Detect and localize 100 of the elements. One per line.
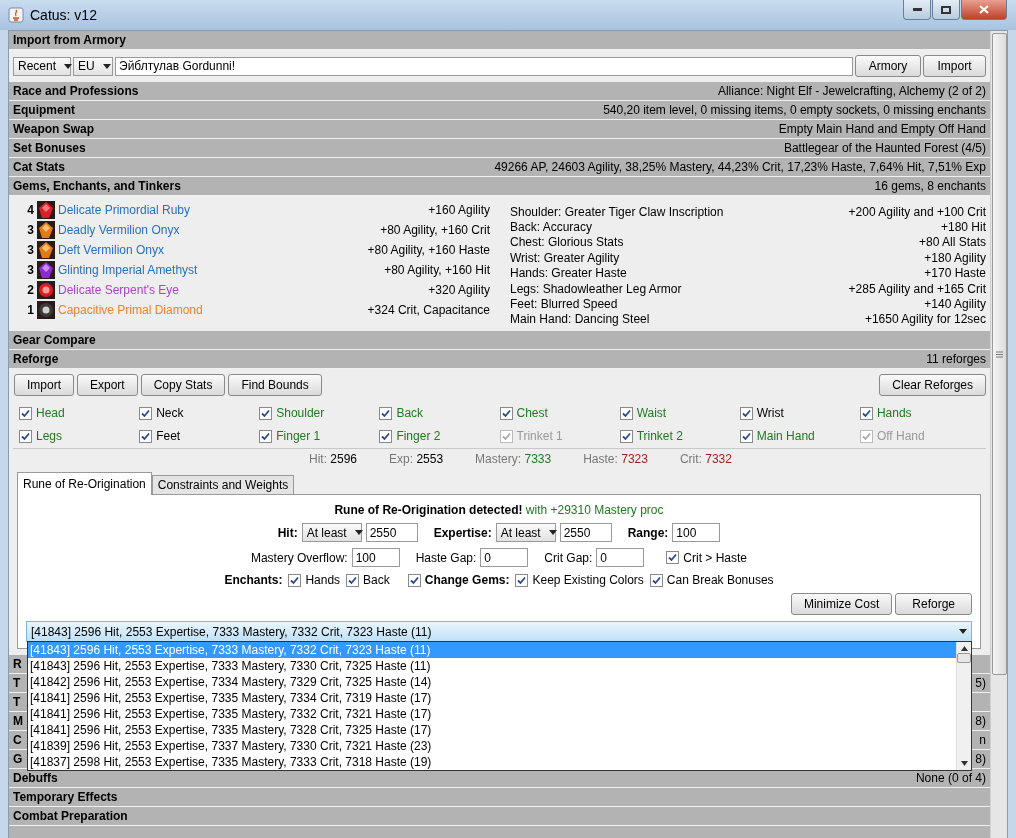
- stat-value: Haste: 7323: [583, 452, 648, 466]
- enchant-bonus: +180 Agility: [924, 250, 986, 265]
- gem-name[interactable]: Deft Vermilion Onyx: [58, 243, 365, 257]
- result-dropdown[interactable]: [41843] 2596 Hit, 2553 Expertise, 7333 Mastery, 7332 Crit, 7323 Haste (11): [26, 621, 972, 642]
- gem-stats: +80 Agility, +160 Crit: [380, 223, 490, 237]
- gem-count: 1: [26, 303, 34, 317]
- stat-value: Hit: 2596: [309, 452, 358, 466]
- section-header[interactable]: Gems, Enchants, and Tinkers 16 gems, 8 enchants: [9, 177, 990, 196]
- expertise-mode-dropdown[interactable]: At least: [495, 523, 556, 542]
- section-header[interactable]: Equipment 540,20 item level, 0 missing items, 0 empty sockets, 0 missing enchants: [9, 101, 990, 120]
- checkbox-label: Trinket 2: [636, 429, 683, 443]
- dropdown-option[interactable]: [41841] 2596 Hit, 2553 Expertise, 7335 Mastery, 7328 Crit, 7325 Haste (17): [28, 722, 956, 738]
- section-title: Gear Compare: [13, 333, 96, 347]
- enchant-name: Feet: Blurred Speed: [510, 296, 618, 311]
- checkbox-label: Keep Existing Colors: [532, 573, 644, 587]
- section-header[interactable]: Cat Stats 49266 AP, 24603 Agility, 38,25% Mastery, 44,23% Crit, 17,23% Haste, 7,64% Hit, 7,51% Exp: [9, 158, 990, 177]
- hit-field[interactable]: 2550: [365, 523, 418, 542]
- section-title: Set Bonuses: [13, 141, 86, 155]
- hit-mode-dropdown[interactable]: At least: [301, 523, 362, 542]
- number-field[interactable]: 0: [480, 548, 529, 567]
- gem-stats: +160 Agility: [428, 203, 490, 217]
- stat-value: Exp: 2553: [389, 452, 444, 466]
- dropdown-option[interactable]: [41841] 2596 Hit, 2553 Expertise, 7335 Mastery, 7332 Crit, 7321 Haste (17): [28, 706, 956, 722]
- gem-name[interactable]: Delicate Primordial Ruby: [58, 203, 426, 217]
- section-title: G: [13, 752, 23, 766]
- character-field[interactable]: Эйблтулав Gordunni!: [115, 56, 853, 76]
- section-title: Race and Professions: [13, 84, 139, 98]
- tab[interactable]: Constraints and Weights: [151, 475, 295, 494]
- stat-value: Crit: 7332: [679, 452, 732, 466]
- gem-name[interactable]: Glinting Imperial Amethyst: [58, 263, 382, 277]
- gem-name[interactable]: Deadly Vermilion Onyx: [58, 223, 378, 237]
- section-header[interactable]: Reforge 11 reforges: [9, 350, 990, 369]
- checkbox-label: Shoulder: [276, 406, 325, 420]
- range-field[interactable]: 100: [672, 523, 721, 542]
- section-summary: 11 reforges: [926, 352, 986, 366]
- section-summary: Alliance: Night Elf - Jewelcrafting, Alchemy (2 of 2): [717, 84, 986, 98]
- section-header[interactable]: Debuffs None (0 of 4): [9, 769, 990, 788]
- gem-name[interactable]: Delicate Serpent's Eye: [58, 283, 426, 297]
- section-title: C: [13, 733, 22, 747]
- gem-count: 4: [26, 203, 34, 217]
- enchant-bonus: +140 Agility: [924, 296, 986, 311]
- gem-count: 3: [26, 223, 34, 237]
- section-header[interactable]: Gear Compare: [9, 331, 990, 350]
- dropdown-option[interactable]: [41837] 2598 Hit, 2553 Expertise, 7335 Mastery, 7333 Crit, 7318 Haste (19): [28, 754, 956, 770]
- enchant-bonus: +1650 Agility for 12sec: [864, 312, 986, 327]
- number-field[interactable]: 100: [351, 548, 400, 567]
- section-title: T: [13, 695, 21, 709]
- toolbar-button[interactable]: Find Bounds: [228, 374, 322, 396]
- section-title: Reforge: [13, 352, 59, 366]
- field-label: Enchants:: [224, 573, 283, 587]
- checkbox-label: Waist: [636, 406, 667, 420]
- reforge-button[interactable]: Reforge: [895, 593, 972, 615]
- toolbar-button[interactable]: Export: [77, 374, 138, 396]
- section-header[interactable]: Race and Professions Alliance: Night Elf - Jewelcrafting, Alchemy (2 of 2): [9, 82, 990, 101]
- checkbox-label: Change Gems:: [424, 573, 510, 587]
- field-label: Expertise:: [433, 525, 492, 540]
- field-label: Haste Gap:: [415, 550, 477, 565]
- gem-stats: +320 Agility: [428, 283, 490, 297]
- section-header[interactable]: Weapon Swap Empty Main Hand and Empty Off Hand: [9, 120, 990, 139]
- enchant-name: Legs: Shadowleather Leg Armor: [510, 281, 682, 296]
- toolbar-button[interactable]: Copy Stats: [140, 374, 226, 396]
- stat-value: Mastery: 7333: [475, 452, 552, 466]
- toolbar-button[interactable]: Import: [14, 374, 74, 396]
- checkbox-label: Hands: [305, 573, 341, 587]
- field-label: Mastery Overflow:: [250, 550, 348, 565]
- section-summary: 49266 AP, 24603 Agility, 38,25% Mastery, 44,23% Crit, 17,23% Haste, 7,64% Hit, 7,51% Exp: [494, 160, 986, 174]
- section-summary: 16 gems, 8 enchants: [874, 179, 986, 193]
- checkbox-label: Back: [396, 406, 424, 420]
- gem-stats: +80 Agility, +160 Haste: [367, 243, 490, 257]
- section-header[interactable]: Import from Armory: [9, 31, 990, 50]
- section-title: Debuffs: [13, 771, 58, 785]
- dropdown-option[interactable]: [41842] 2596 Hit, 2553 Expertise, 7334 Mastery, 7329 Crit, 7325 Haste (14): [28, 674, 956, 690]
- checkbox-label: Main Hand: [756, 429, 815, 443]
- section-title: Combat Preparation: [13, 809, 128, 823]
- dropdown-option[interactable]: [41841] 2596 Hit, 2553 Expertise, 7335 Mastery, 7334 Crit, 7319 Haste (17): [28, 690, 956, 706]
- expertise-field[interactable]: 2550: [559, 523, 612, 542]
- import-button[interactable]: Import: [923, 55, 986, 77]
- section-header[interactable]: Combat Preparation: [9, 807, 990, 826]
- checkbox-label: Chest: [516, 406, 548, 420]
- section-summary: 540,20 item level, 0 missing items, 0 empty sockets, 0 missing enchants: [603, 103, 986, 117]
- gem-stats: +80 Agility, +160 Hit: [384, 263, 490, 277]
- tab[interactable]: Rune of Re-Origination: [17, 472, 152, 495]
- section-summary: n: [979, 733, 986, 747]
- checkbox-label: Finger 1: [276, 429, 321, 443]
- field-label: Range:: [627, 525, 669, 540]
- section-header[interactable]: Temporary Effects: [9, 788, 990, 807]
- dropdown-option[interactable]: [41839] 2596 Hit, 2553 Expertise, 7337 Mastery, 7330 Crit, 7321 Haste (23): [28, 738, 956, 754]
- minimize-cost-button[interactable]: Minimize Cost: [790, 593, 893, 615]
- section-title: R: [13, 657, 22, 671]
- clear-reforges-button[interactable]: Clear Reforges: [879, 374, 986, 396]
- section-summary: 5): [975, 676, 986, 690]
- region-dropdown[interactable]: EU: [73, 56, 113, 76]
- enchant-bonus: +285 Agility and +165 Crit: [848, 281, 986, 296]
- number-field[interactable]: 0: [596, 548, 645, 567]
- gem-count: 3: [26, 263, 34, 277]
- armory-button[interactable]: Armory: [855, 55, 921, 77]
- window-title: Catus: v12: [30, 7, 97, 23]
- dropdown-option[interactable]: [41843] 2596 Hit, 2553 Expertise, 7333 Mastery, 7330 Crit, 7325 Haste (11): [28, 658, 956, 674]
- section-header[interactable]: Set Bonuses Battlegear of the Haunted Forest (4/5): [9, 139, 990, 158]
- recent-dropdown[interactable]: Recent: [13, 56, 71, 76]
